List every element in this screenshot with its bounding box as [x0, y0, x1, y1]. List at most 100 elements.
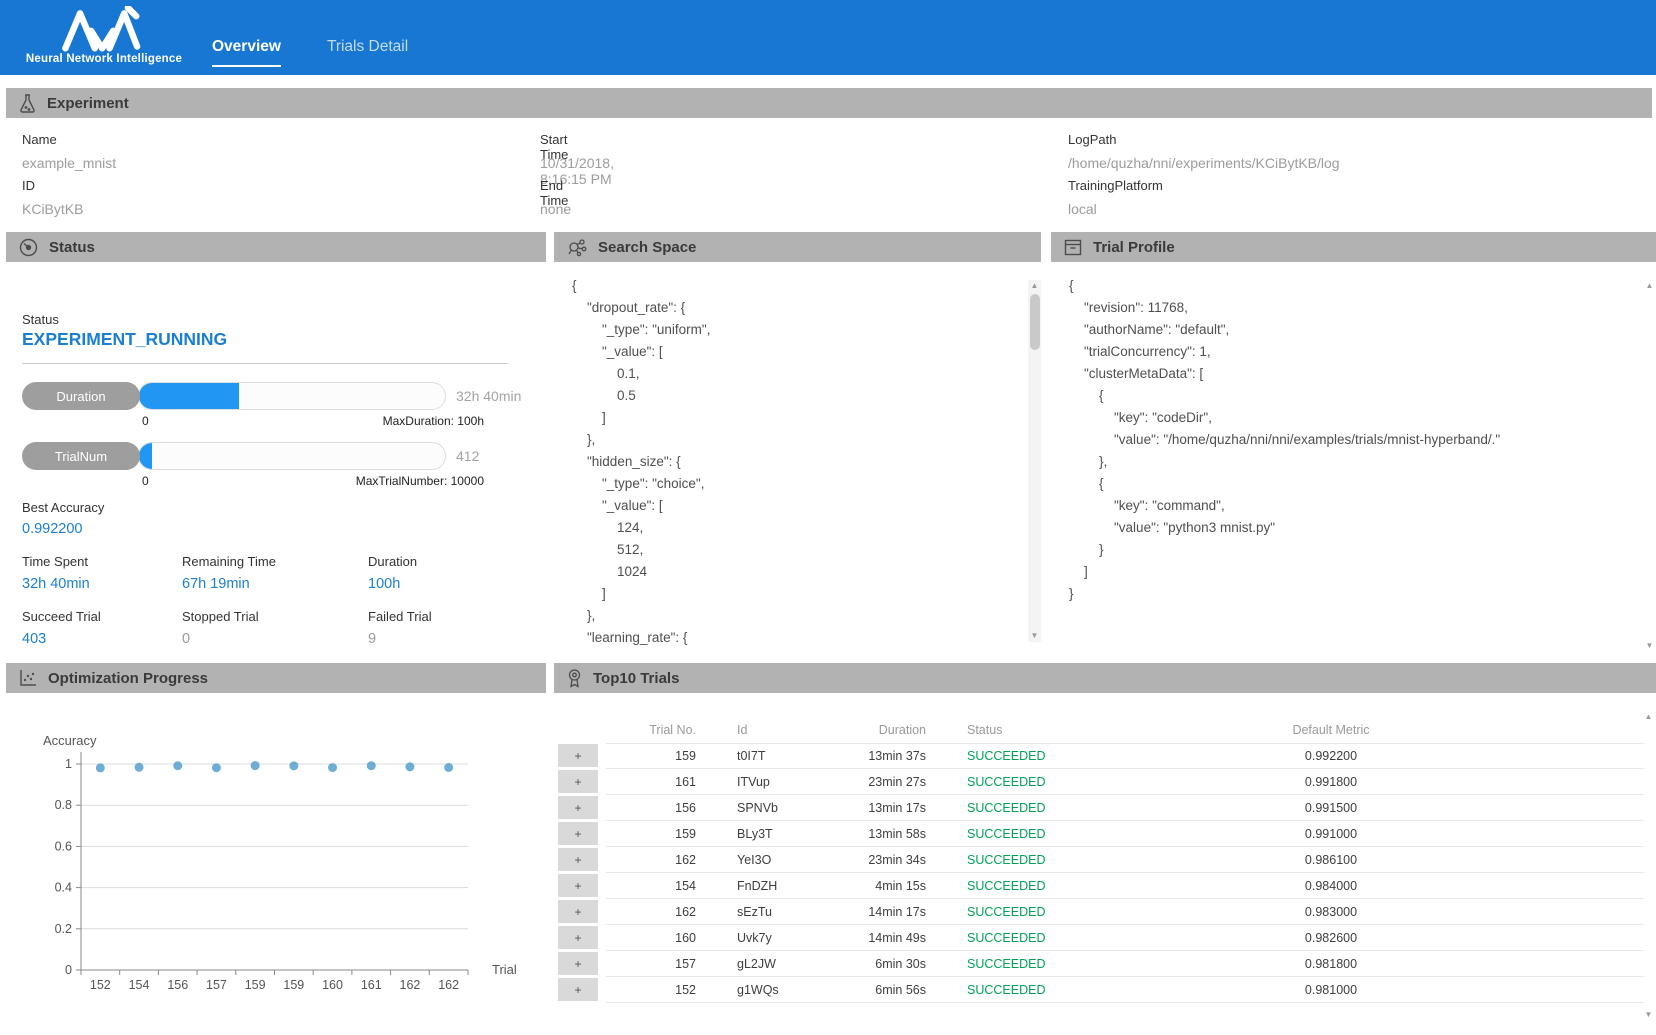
top10-card: Top10 Trials Trial No. Id Duration Statu…: [554, 663, 1656, 1030]
scroll-thumb[interactable]: [1030, 294, 1040, 350]
main-tabs: Overview Trials Detail: [212, 38, 408, 67]
expand-plus-icon[interactable]: +: [558, 744, 598, 767]
expand-row-button[interactable]: +: [558, 743, 606, 769]
expand-row-button[interactable]: +: [558, 925, 606, 951]
metric-cell: 0.991800: [1136, 769, 1526, 795]
top10-header-row: Trial No. Id Duration Status Default Met…: [558, 717, 1644, 743]
scatter-point[interactable]: [405, 762, 414, 771]
duration-cell: 6min 56s: [826, 977, 936, 1003]
trial-id-cell: gL2JW: [706, 951, 826, 977]
trial-profile-body: { "revision": 11768, "authorName": "defa…: [1051, 262, 1656, 658]
chart-tick-label: 162: [438, 978, 459, 992]
trial-id-cell: ITVup: [706, 769, 826, 795]
accuracy-scatter-chart[interactable]: 00.20.40.60.8115215415615715915916016116…: [6, 693, 546, 1030]
col-id: Id: [706, 717, 826, 743]
expand-plus-icon[interactable]: +: [558, 796, 598, 819]
chart-tick-label: 0.6: [55, 839, 72, 853]
expand-plus-icon[interactable]: +: [558, 926, 598, 949]
chart-tick-label: 161: [361, 978, 382, 992]
chart-tick-label: 1: [65, 757, 72, 771]
nni-logo-block: Neural Network Intelligence: [24, 4, 184, 65]
status-cell: SUCCEEDED: [936, 977, 1136, 1003]
expand-plus-icon[interactable]: +: [558, 848, 598, 871]
scroll-track[interactable]: [1028, 292, 1041, 630]
scatter-point[interactable]: [328, 763, 337, 772]
trial-no-cell: 154: [606, 873, 706, 899]
scatter-point[interactable]: [212, 763, 221, 772]
expand-row-button[interactable]: +: [558, 977, 606, 1003]
succeed-trial-label: Succeed Trial: [22, 609, 101, 624]
duration-cell: 6min 30s: [826, 951, 936, 977]
scroll-down-arrow-icon[interactable]: ▼: [1643, 640, 1656, 652]
trial-no-cell: 161: [606, 769, 706, 795]
scatter-point[interactable]: [289, 761, 298, 770]
trialnum-fill: [139, 443, 152, 469]
scatter-point[interactable]: [444, 763, 453, 772]
duration-value: 32h 40min: [456, 388, 521, 404]
filler-cell: [1526, 951, 1644, 977]
duration-track: [138, 382, 446, 410]
trialnum-minmax: 0 MaxTrialNumber: 10000: [142, 474, 484, 488]
duration-cell: 14min 49s: [826, 925, 936, 951]
trial-id-cell: t0I7T: [706, 743, 826, 769]
expand-plus-icon[interactable]: +: [558, 900, 598, 923]
chart-tick-label: 157: [206, 978, 227, 992]
scroll-down-arrow-icon[interactable]: ▼: [1642, 1009, 1655, 1021]
status-body: Status EXPERIMENT_RUNNING Duration 32h 4…: [6, 262, 546, 658]
top-navbar: Neural Network Intelligence Overview Tri…: [0, 0, 1656, 75]
duration-cell: 13min 37s: [826, 743, 936, 769]
trialnum-track: [138, 442, 446, 470]
expand-row-button[interactable]: +: [558, 847, 606, 873]
scatter-point[interactable]: [251, 761, 260, 770]
tab-overview[interactable]: Overview: [212, 38, 281, 67]
scroll-down-arrow-icon[interactable]: ▼: [1028, 630, 1041, 642]
scatter-chart-icon: [19, 669, 37, 687]
table-row: +156SPNVb13min 17sSUCCEEDED0.991500: [558, 795, 1644, 821]
remaining-time-label: Remaining Time: [182, 554, 276, 569]
col-status: Status: [936, 717, 1136, 743]
trialnum-min: 0: [142, 474, 149, 488]
scroll-up-arrow-icon[interactable]: ▲: [1642, 711, 1655, 723]
scatter-point[interactable]: [367, 761, 376, 770]
trialnum-pill-label: TrialNum: [22, 442, 140, 470]
top10-title: Top10 Trials: [593, 670, 679, 687]
trial-id-cell: YeI3O: [706, 847, 826, 873]
filler-cell: [1526, 899, 1644, 925]
trial-id-cell: FnDZH: [706, 873, 826, 899]
trial-no-cell: 160: [606, 925, 706, 951]
expand-plus-icon[interactable]: +: [558, 874, 598, 897]
status-cell: SUCCEEDED: [936, 873, 1136, 899]
status-card: Status Status EXPERIMENT_RUNNING Duratio…: [6, 232, 546, 658]
expand-plus-icon[interactable]: +: [558, 770, 598, 793]
chart-tick-label: 156: [167, 978, 188, 992]
status-field-value: EXPERIMENT_RUNNING: [22, 329, 227, 350]
expand-plus-icon[interactable]: +: [558, 952, 598, 975]
scatter-point[interactable]: [173, 761, 182, 770]
expand-row-button[interactable]: +: [558, 795, 606, 821]
tab-trials-detail[interactable]: Trials Detail: [327, 38, 408, 67]
scroll-up-arrow-icon[interactable]: ▲: [1028, 280, 1041, 292]
expand-plus-icon[interactable]: +: [558, 822, 598, 845]
expand-row-button[interactable]: +: [558, 873, 606, 899]
expand-row-button[interactable]: +: [558, 769, 606, 795]
trial-id-cell: SPNVb: [706, 795, 826, 821]
exp-name-value: example_mnist: [22, 155, 116, 171]
expand-plus-icon[interactable]: +: [558, 978, 598, 1001]
trial-no-cell: 159: [606, 743, 706, 769]
scatter-point[interactable]: [135, 763, 144, 772]
scroll-up-arrow-icon[interactable]: ▲: [1643, 280, 1656, 292]
expand-row-button[interactable]: +: [558, 821, 606, 847]
scroll-track[interactable]: [1642, 723, 1655, 1009]
scroll-track[interactable]: [1643, 292, 1656, 640]
scatter-point[interactable]: [96, 763, 105, 772]
status-cell: SUCCEEDED: [936, 769, 1136, 795]
metric-cell: 0.981000: [1136, 977, 1526, 1003]
expand-row-button[interactable]: +: [558, 899, 606, 925]
experiment-card: Experiment Name example_mnist ID KCiBytK…: [6, 88, 1652, 232]
brand-caption: Neural Network Intelligence: [24, 53, 184, 65]
nni-logo-icon: [56, 6, 152, 52]
optimization-header: Optimization Progress: [6, 663, 546, 693]
status-divider: [22, 363, 508, 364]
expand-row-button[interactable]: +: [558, 951, 606, 977]
chart-tick-label: 160: [322, 978, 343, 992]
